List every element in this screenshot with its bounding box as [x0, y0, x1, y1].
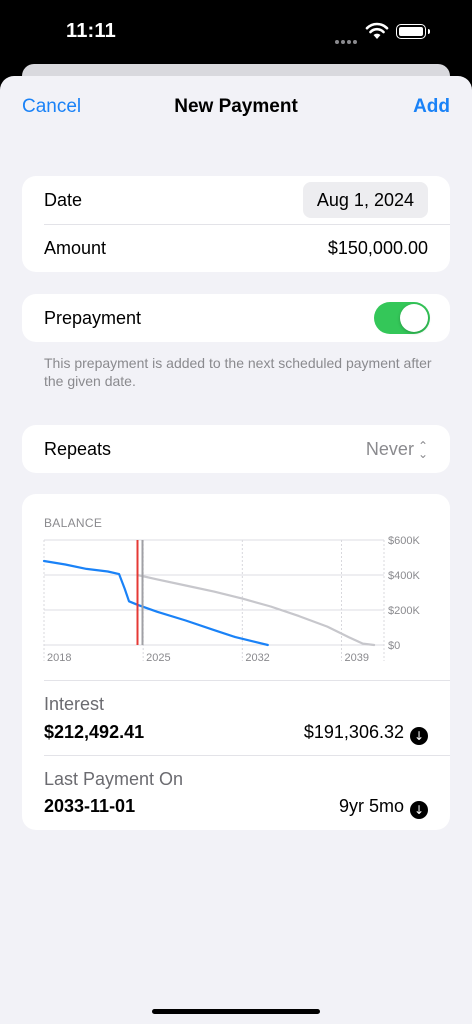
balance-line-current — [42, 559, 269, 647]
prepayment-card: Prepayment — [22, 294, 450, 342]
arrow-down-circle-icon: ↓ — [410, 801, 428, 819]
amount-row[interactable]: Amount $150,000.00 — [22, 224, 450, 272]
y-tick-label: $0 — [388, 640, 400, 652]
date-label: Date — [44, 190, 83, 210]
chart-title: BALANCE — [44, 516, 103, 530]
x-tick-label: 2025 — [146, 652, 170, 664]
wifi-icon — [365, 22, 389, 39]
chevron-up-down-icon: ⌃ ⌄ — [417, 439, 428, 462]
date-row: Date Aug 1, 2024 — [22, 176, 450, 224]
divider — [44, 755, 450, 756]
amount-field[interactable]: $150,000.00 — [328, 238, 428, 259]
balance-chart: $600K $400K $200K $0 2018 2025 2032 2039 — [42, 535, 420, 664]
prepayment-note: This prepayment is added to the next sch… — [44, 355, 432, 389]
last-payment-value: 2033-11-01 — [44, 796, 136, 816]
repeats-card: Repeats Never ⌃ ⌄ — [22, 425, 450, 473]
repeats-picker[interactable]: Never ⌃ ⌄ — [366, 439, 428, 460]
balance-card: BALANCE $600K $400K $200K $0 2018 2025 2032 203… — [22, 494, 450, 830]
cellular-icon — [335, 31, 359, 49]
date-amount-card: Date Aug 1, 2024 Amount $150,000.00 — [22, 176, 450, 272]
toggle-knob — [400, 304, 428, 332]
status-bar: 11:11 — [0, 0, 472, 64]
y-tick-label: $400K — [388, 570, 420, 582]
home-indicator — [152, 1009, 320, 1014]
status-time: 11:11 — [66, 20, 116, 42]
prepayment-row: Prepayment — [22, 294, 450, 342]
prepayment-label: Prepayment — [44, 308, 142, 328]
divider — [44, 680, 450, 681]
interest-new-text: $191,306.32 — [303, 722, 404, 742]
battery-icon — [396, 24, 430, 39]
nav-bar: Cancel New Payment Add — [0, 76, 472, 138]
page-title: New Payment — [174, 96, 298, 117]
last-payment-label: Last Payment On — [44, 769, 184, 789]
interest-label: Interest — [44, 694, 105, 714]
prepayment-toggle[interactable] — [374, 302, 430, 334]
date-picker[interactable]: Aug 1, 2024 — [302, 182, 428, 218]
add-button[interactable]: Add — [413, 96, 450, 118]
repeats-row[interactable]: Repeats Never ⌃ ⌄ — [22, 425, 450, 473]
amount-label: Amount — [44, 238, 107, 258]
interest-value: $212,492.41 — [44, 722, 145, 742]
new-payment-sheet: Cancel New Payment Add Date Aug 1, 2024 … — [0, 76, 472, 1024]
last-payment-duration-text: 9yr 5mo — [338, 796, 404, 816]
repeats-value: Never — [365, 439, 414, 459]
x-tick-label: 2018 — [47, 652, 71, 664]
interest-new-value: $191,306.32 ↓ — [304, 722, 428, 745]
x-tick-label: 2039 — [345, 652, 369, 664]
last-payment-duration: 9yr 5mo ↓ — [339, 796, 428, 819]
y-tick-label: $200K — [388, 605, 420, 617]
x-tick-label: 2032 — [245, 652, 269, 664]
arrow-down-circle-icon: ↓ — [410, 727, 428, 745]
y-tick-label: $600K — [388, 535, 420, 547]
repeats-label: Repeats — [44, 439, 112, 459]
